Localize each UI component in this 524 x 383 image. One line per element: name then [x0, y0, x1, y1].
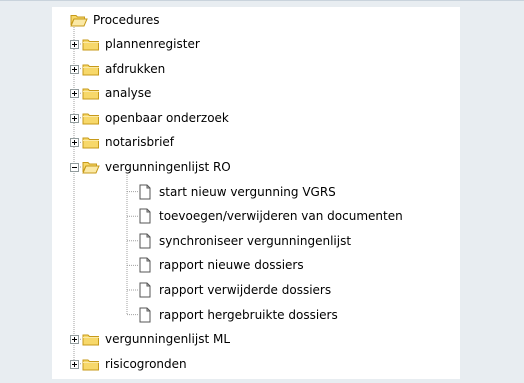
tree-root-label: Procedures	[93, 13, 160, 27]
procedures-panel: Procedures plannenregister afdrukken analy…	[0, 0, 524, 383]
document-icon	[136, 208, 154, 224]
tree-subitem[interactable]: rapport nieuwe dossiers	[136, 254, 304, 276]
tree-item[interactable]: vergunningenlijst ML	[82, 328, 230, 350]
folder-icon	[82, 85, 100, 101]
tree-item-label: synchroniseer vergunningenlijst	[159, 233, 352, 248]
tree-item[interactable]: afdrukken	[82, 58, 165, 80]
tree-item-label: rapport nieuwe dossiers	[159, 258, 304, 273]
folder-icon	[82, 356, 100, 372]
folder-open-icon	[70, 12, 88, 28]
document-icon	[136, 184, 154, 200]
expand-button[interactable]	[70, 89, 79, 99]
tree-subitem[interactable]: toevoegen/verwijderen van documenten	[136, 205, 403, 227]
tree-item-label: afdrukken	[105, 61, 166, 76]
expand-button[interactable]	[70, 40, 79, 49]
tree-item[interactable]: risicogronden	[82, 353, 187, 375]
tree-item[interactable]: notarisbrief	[82, 131, 174, 153]
expand-button[interactable]	[70, 113, 79, 123]
expand-button[interactable]	[70, 359, 79, 369]
document-icon	[136, 257, 154, 273]
tree-item[interactable]: vergunningenlijst RO	[82, 156, 231, 178]
tree-item[interactable]: openbaar onderzoek	[82, 107, 229, 129]
tree-item-label: rapport verwijderde dossiers	[159, 283, 332, 297]
folder-open-icon	[82, 159, 100, 175]
folder-icon	[82, 61, 100, 77]
tree-subitem[interactable]: rapport hergebruikte dossiers	[136, 304, 338, 326]
tree-item-label: rapport hergebruikte dossiers	[159, 307, 338, 322]
document-icon	[136, 307, 154, 323]
folder-icon	[82, 331, 100, 347]
document-icon	[136, 233, 154, 249]
tree-item-label: vergunningenlijst RO	[105, 160, 231, 174]
tree-root-procedures[interactable]: Procedures	[70, 9, 160, 31]
tree-item[interactable]: plannenregister	[82, 33, 200, 55]
collapse-button[interactable]	[70, 163, 79, 172]
tree-item-label: openbaar onderzoek	[105, 110, 229, 125]
tree-item-label: notarisbrief	[105, 135, 175, 150]
tree-item-label: plannenregister	[105, 37, 200, 51]
tree-item-label: vergunningenlijst ML	[105, 332, 230, 347]
tree-subitem[interactable]: start nieuw vergunning VGRS	[136, 181, 336, 203]
tree-item[interactable]: analyse	[82, 82, 151, 104]
folder-icon	[82, 134, 100, 150]
procedures-tree: Procedures plannenregister afdrukken analy…	[52, 7, 460, 379]
tree-subitem[interactable]: rapport verwijderde dossiers	[136, 279, 331, 301]
expand-button[interactable]	[70, 64, 79, 74]
expand-button[interactable]	[70, 335, 79, 345]
tree-item-label: analyse	[105, 86, 152, 101]
tree-item-label: toevoegen/verwijderen van documenten	[159, 209, 403, 224]
tree-item-label: start nieuw vergunning VGRS	[159, 184, 336, 199]
expand-button[interactable]	[70, 138, 79, 148]
folder-icon	[82, 36, 100, 52]
folder-icon	[82, 110, 100, 126]
tree-item-label: risicogronden	[105, 356, 187, 371]
tree-subitem[interactable]: synchroniseer vergunningenlijst	[136, 230, 351, 252]
document-icon	[136, 282, 154, 298]
